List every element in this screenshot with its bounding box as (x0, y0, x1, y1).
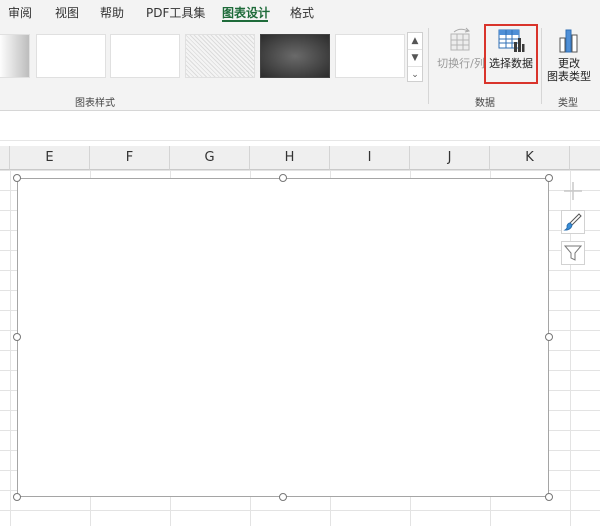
chart-filters-button[interactable] (561, 241, 585, 265)
ribbon-tab-bar: 审阅 视图 帮助 PDF工具集 图表设计 格式 (0, 0, 600, 24)
ribbon-separator (541, 28, 542, 104)
column-header-g[interactable]: G (170, 146, 250, 170)
tab-format[interactable]: 格式 (290, 4, 314, 21)
tab-chart-design[interactable]: 图表设计 (222, 4, 270, 21)
resize-handle-top-left[interactable] (13, 174, 21, 182)
brush-icon (563, 213, 582, 231)
tab-pdf-tools[interactable]: PDF工具集 (146, 4, 205, 21)
resize-handle-bottom[interactable] (279, 493, 287, 501)
style-gallery-scroll: ▲ ▼ ⌄ (407, 32, 423, 82)
gallery-more-button[interactable]: ⌄ (408, 67, 422, 83)
resize-handle-top-right[interactable] (545, 174, 553, 182)
resize-handle-bottom-right[interactable] (545, 493, 553, 501)
change-chart-type-icon (559, 29, 578, 53)
chart-style-3[interactable] (110, 34, 180, 78)
tab-view[interactable]: 视图 (55, 4, 79, 21)
change-chart-type-label-2: 图表类型 (547, 70, 591, 83)
chart-styles-button[interactable] (561, 210, 585, 234)
select-data-highlight (484, 24, 538, 84)
chart-area[interactable] (17, 178, 549, 497)
column-header-partial (0, 146, 10, 170)
switch-row-column-button[interactable]: 切换行/列 (436, 26, 486, 70)
resize-handle-left[interactable] (13, 333, 21, 341)
change-chart-type-button[interactable]: 更改 图表类型 (544, 26, 594, 83)
column-header-h[interactable]: H (250, 146, 330, 170)
change-chart-type-label-1: 更改 (558, 57, 580, 70)
group-label-data: 数据 (475, 98, 495, 109)
ribbon-separator (428, 28, 429, 104)
chart-style-6[interactable] (335, 34, 405, 78)
resize-handle-right[interactable] (545, 333, 553, 341)
column-header-f[interactable]: F (90, 146, 170, 170)
column-header-k[interactable]: K (490, 146, 570, 170)
switch-row-column-icon (450, 27, 470, 51)
resize-handle-bottom-left[interactable] (13, 493, 21, 501)
gallery-down-button[interactable]: ▼ (408, 50, 422, 67)
tab-help[interactable]: 帮助 (100, 4, 124, 21)
column-header-i[interactable]: I (330, 146, 410, 170)
tab-review[interactable]: 审阅 (8, 4, 32, 21)
group-label-type: 类型 (558, 98, 578, 109)
group-label-chart-styles: 图表样式 (75, 98, 115, 109)
gallery-up-button[interactable]: ▲ (408, 33, 422, 50)
column-header-e[interactable]: E (10, 146, 90, 170)
switch-row-column-label: 切换行/列 (437, 57, 485, 70)
filter-icon (563, 245, 583, 261)
active-tab-underline (222, 20, 268, 22)
chart-style-2[interactable] (36, 34, 106, 78)
plus-icon (564, 182, 582, 200)
chart-style-1[interactable] (0, 34, 30, 78)
chart-style-5[interactable] (260, 34, 330, 78)
column-header-partial (570, 146, 600, 170)
formula-bar[interactable] (0, 116, 600, 141)
chart-style-4[interactable] (185, 34, 255, 78)
column-header-j[interactable]: J (410, 146, 490, 170)
resize-handle-top[interactable] (279, 174, 287, 182)
chart-elements-button[interactable] (561, 179, 585, 203)
